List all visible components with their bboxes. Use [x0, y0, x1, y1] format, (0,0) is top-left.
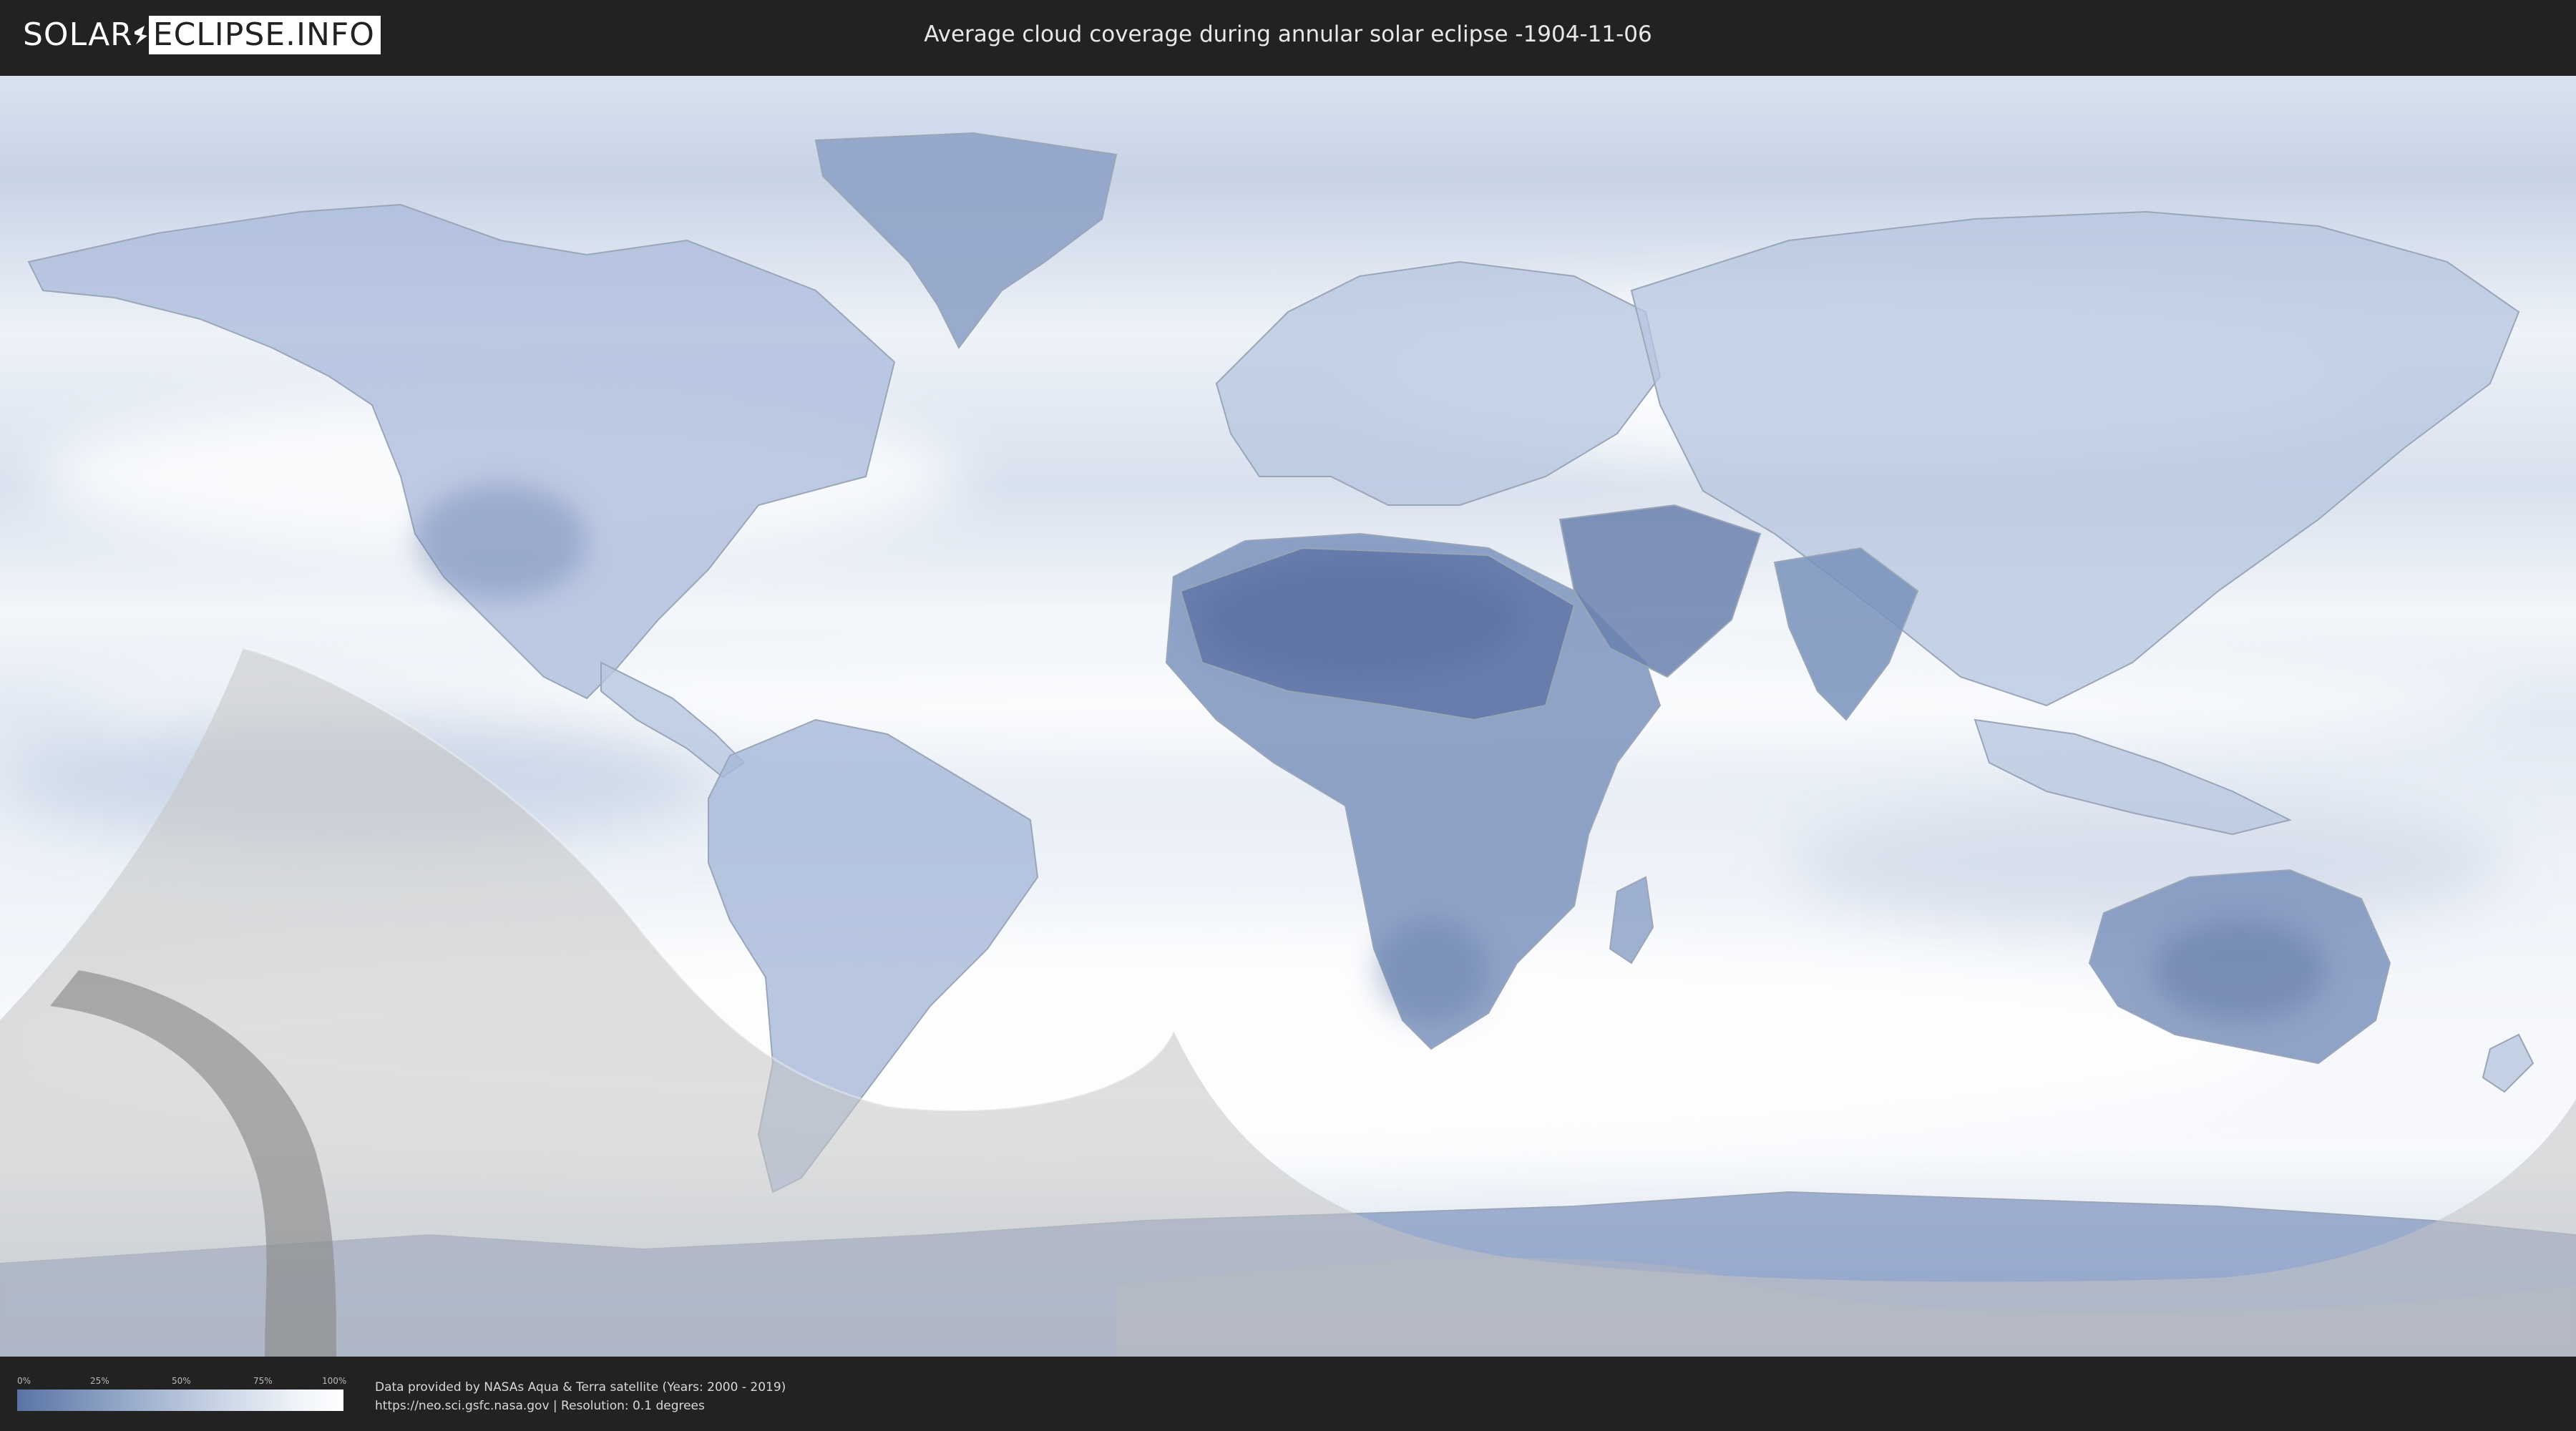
cloud-coverage-legend: 0% 25% 50% 75% 100%: [17, 1375, 347, 1418]
credit-line-source: Data provided by NASAs Aqua & Terra sate…: [375, 1380, 786, 1395]
map-container: [0, 76, 2576, 1357]
legend-tick-0: 0%: [17, 1376, 31, 1386]
page-title: Average cloud coverage during annular so…: [924, 21, 1652, 47]
legend-tick-50: 50%: [172, 1376, 191, 1386]
footer-bar: 0% 25% 50% 75% 100% Data provided by NAS…: [0, 1357, 2576, 1431]
legend-gradient-bar: [17, 1390, 343, 1411]
header-bar: SOLAR ECLIPSE.INFO Average cloud coverag…: [0, 0, 2576, 72]
cloud-coverage-map: [0, 76, 2576, 1357]
app-root: SOLAR ECLIPSE.INFO Average cloud coverag…: [0, 0, 2576, 1431]
data-credit: Data provided by NASAs Aqua & Terra sate…: [375, 1378, 786, 1415]
legend-tick-75: 75%: [253, 1376, 273, 1386]
legend-ticks: 0% 25% 50% 75% 100%: [17, 1375, 347, 1387]
legend-tick-25: 25%: [90, 1376, 109, 1386]
legend-tick-100: 100%: [322, 1376, 347, 1386]
credit-line-url[interactable]: https://neo.sci.gsfc.nasa.gov | Resoluti…: [375, 1397, 786, 1415]
